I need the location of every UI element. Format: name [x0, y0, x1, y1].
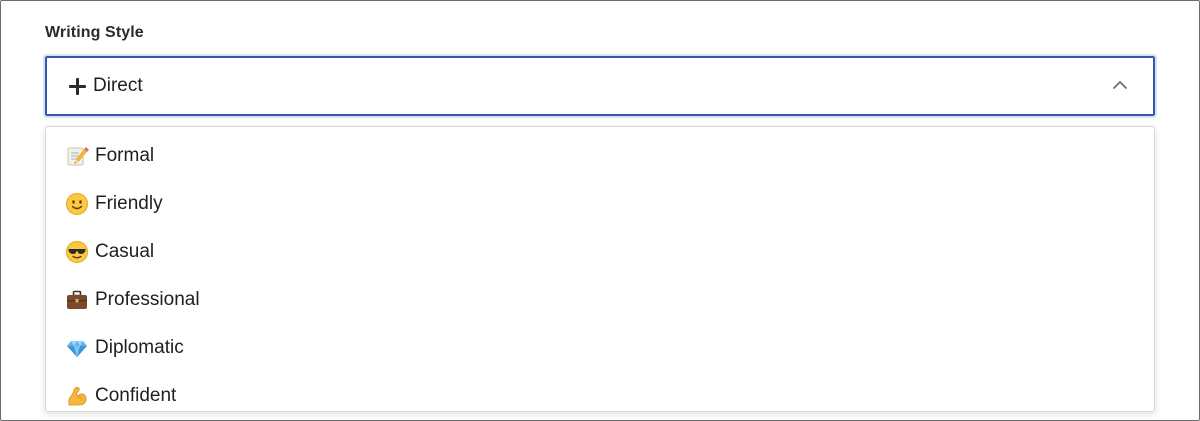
option-formal[interactable]: Formal [46, 132, 1154, 180]
option-label: Diplomatic [95, 337, 184, 358]
sunglasses-face-icon [65, 240, 89, 264]
option-diplomatic[interactable]: Diplomatic [46, 324, 1154, 372]
option-confident[interactable]: Confident [46, 372, 1154, 411]
gem-icon [65, 336, 89, 360]
option-label: Professional [95, 289, 200, 310]
memo-icon [65, 144, 89, 168]
writing-style-label: Writing Style [45, 24, 144, 41]
chevron-up-icon[interactable] [1113, 78, 1127, 92]
writing-style-dropdown: Formal Friendly Casual Professional Dipl… [45, 126, 1155, 412]
option-label: Casual [95, 241, 155, 262]
option-casual[interactable]: Casual [46, 228, 1154, 276]
option-friendly[interactable]: Friendly [46, 180, 1154, 228]
plus-icon [69, 78, 86, 95]
writing-style-select[interactable]: Direct [43, 54, 1157, 118]
option-professional[interactable]: Professional [46, 276, 1154, 324]
option-label: Confident [95, 385, 177, 406]
app-frame: Writing Style Direct Formal Friendly Cas… [0, 0, 1200, 421]
flexed-biceps-icon [65, 384, 89, 408]
option-label: Formal [95, 145, 155, 166]
option-label: Friendly [95, 193, 163, 214]
selected-value: Direct [93, 75, 143, 96]
briefcase-icon [65, 288, 89, 312]
smiling-face-icon [65, 192, 89, 216]
